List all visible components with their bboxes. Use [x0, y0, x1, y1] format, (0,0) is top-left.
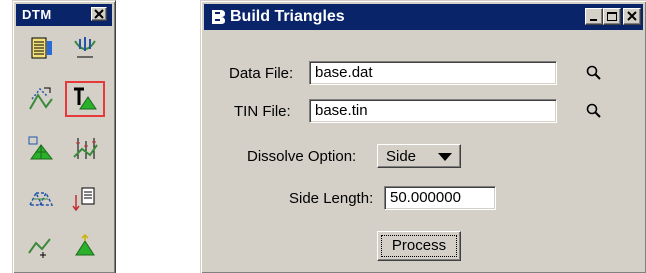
tool-analyze-elevation[interactable]: [21, 229, 61, 265]
tool-export-dtm[interactable]: [65, 181, 105, 217]
triangle-edit-icon: [28, 191, 54, 206]
process-button[interactable]: Process: [377, 231, 461, 261]
tool-display-contours[interactable]: [65, 131, 105, 167]
focus-ring: [381, 235, 457, 257]
tool-edit-features[interactable]: [65, 31, 105, 67]
dtm-close-button[interactable]: [91, 7, 107, 21]
dissolve-option-dropdown[interactable]: Side: [377, 144, 461, 168]
dissolve-option-value: Side: [386, 148, 417, 165]
bentley-logo-icon: [212, 10, 225, 24]
data-file-label: Data File:: [229, 65, 294, 82]
display-triangles-icon: [28, 136, 54, 160]
dialog-title: Build Triangles: [230, 8, 345, 25]
chevron-down-icon: [438, 153, 452, 161]
data-file-input[interactable]: base.dat: [309, 61, 557, 85]
tool-build-triangles[interactable]: [65, 81, 105, 117]
close-button[interactable]: [623, 8, 641, 25]
change-feature-type-icon: [29, 87, 53, 110]
tool-change-feature-type[interactable]: [21, 81, 61, 117]
dtm-palette: DTM: [12, 0, 116, 273]
maximize-button[interactable]: [603, 8, 621, 25]
maximize-icon: [607, 12, 617, 21]
tin-file-label: TIN File:: [234, 103, 291, 120]
load-dtm-features-icon: [31, 37, 52, 59]
dialog-titlebar[interactable]: Build Triangles: [204, 4, 643, 30]
minimize-icon: [590, 19, 597, 21]
side-length-input[interactable]: 50.000000: [384, 186, 496, 210]
build-triangles-icon: [74, 87, 97, 110]
dtm-titlebar[interactable]: DTM: [16, 4, 112, 26]
drape-surface-icon: [75, 233, 95, 256]
dtm-title: DTM: [22, 7, 52, 22]
tool-drape-surface[interactable]: [65, 229, 105, 265]
browse-data-file-search-icon[interactable]: [585, 64, 603, 82]
close-icon: [627, 11, 637, 21]
tin-file-input[interactable]: base.tin: [309, 99, 557, 123]
export-dtm-icon: [72, 187, 95, 212]
display-contours-icon: [73, 138, 98, 159]
edit-dtm-features-icon: [74, 37, 96, 58]
tool-load-features[interactable]: [21, 31, 61, 67]
side-length-label: Side Length:: [289, 190, 374, 207]
tool-display-triangles[interactable]: [21, 131, 61, 167]
tool-triangle-edit[interactable]: [21, 181, 61, 217]
build-triangles-dialog: Build Triangles Data File: base.dat TIN …: [200, 0, 646, 273]
browse-tin-file-search-icon[interactable]: [585, 102, 603, 120]
close-icon: [94, 9, 104, 19]
dissolve-option-label: Dissolve Option:: [247, 148, 357, 165]
minimize-button[interactable]: [585, 8, 603, 25]
analyze-elevation-icon: [28, 238, 51, 258]
